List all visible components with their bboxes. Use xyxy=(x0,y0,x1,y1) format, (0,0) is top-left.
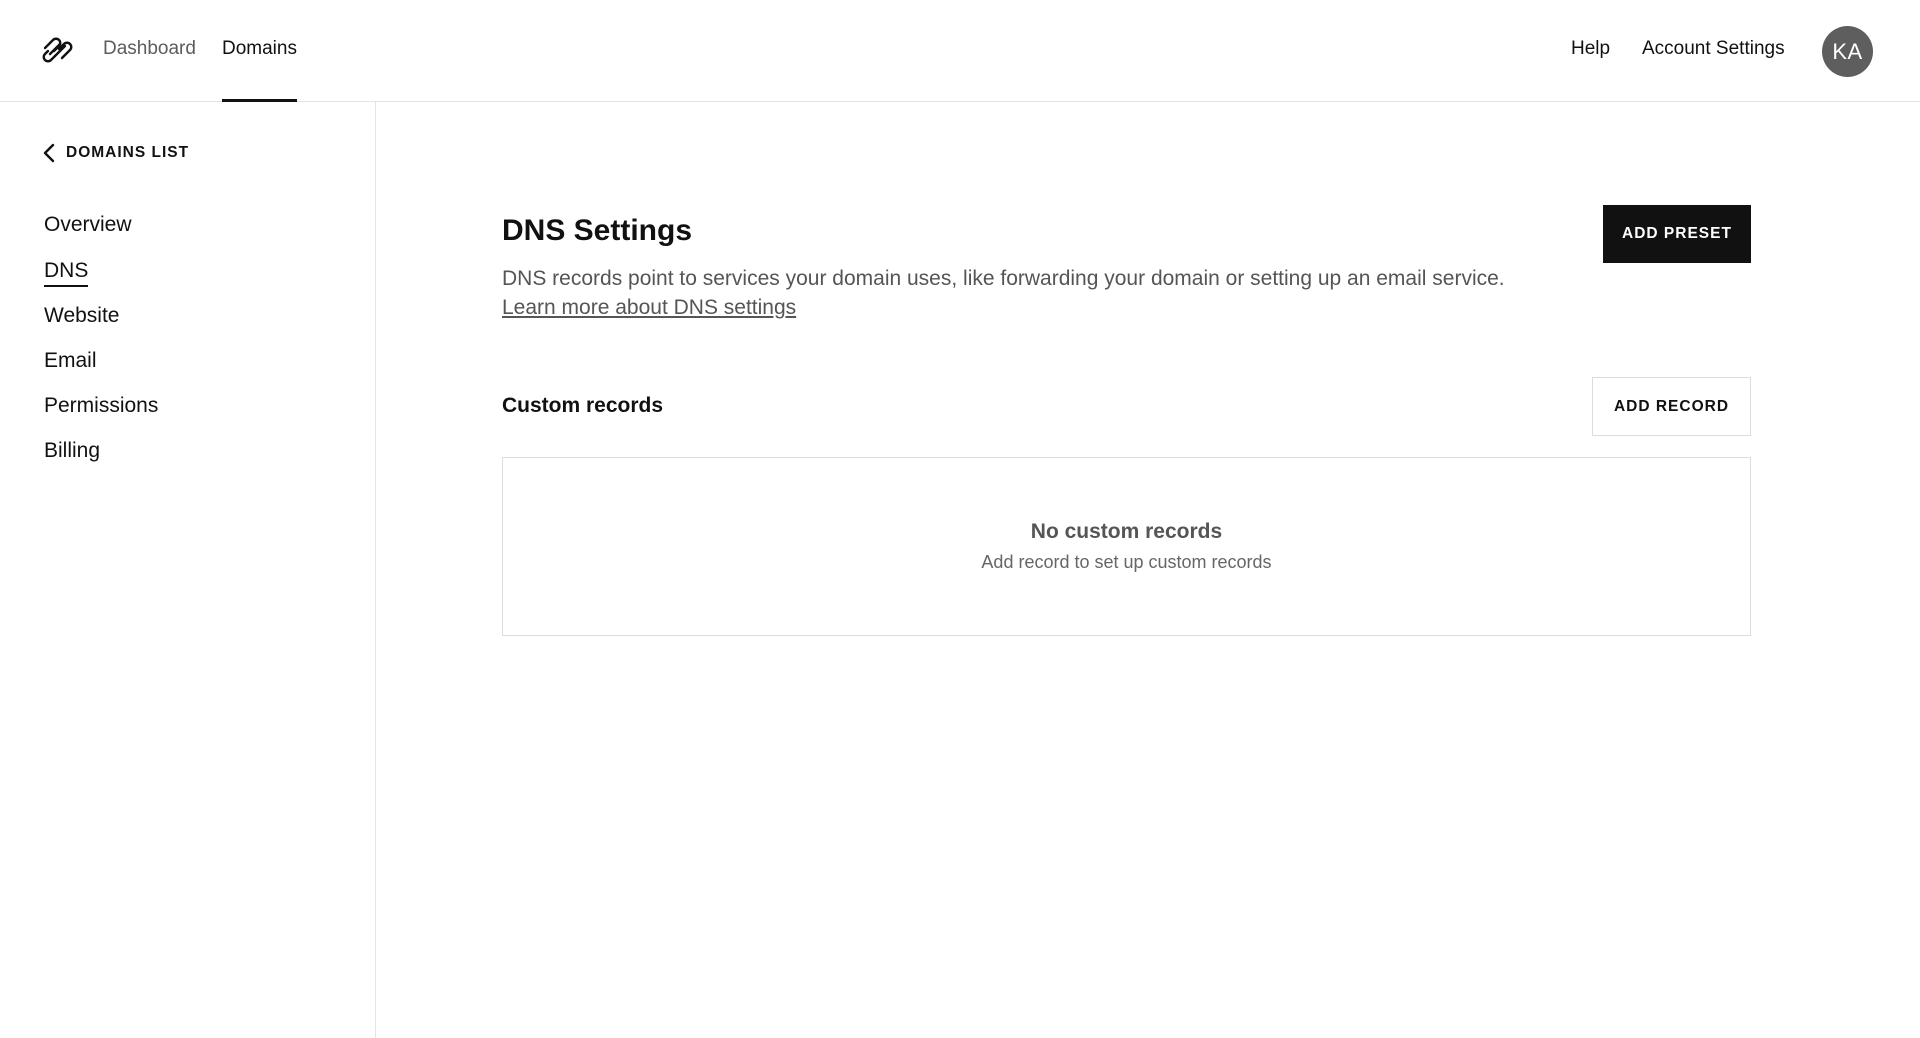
sidebar: DOMAINS LIST Overview DNS Website Email … xyxy=(0,102,376,1038)
tab-domains[interactable]: Domains xyxy=(222,38,297,102)
domains-list-back-link[interactable]: DOMAINS LIST xyxy=(42,142,189,164)
sidebar-item-overview[interactable]: Overview xyxy=(44,213,132,237)
add-preset-button[interactable]: ADD PRESET xyxy=(1603,205,1751,263)
learn-more-dns-link[interactable]: Learn more about DNS settings xyxy=(502,296,796,319)
sidebar-item-email[interactable]: Email xyxy=(44,349,97,373)
sidebar-item-dns[interactable]: DNS xyxy=(44,259,89,287)
add-record-button[interactable]: ADD RECORD xyxy=(1592,377,1751,436)
tab-dashboard[interactable]: Dashboard xyxy=(103,38,196,60)
sidebar-item-website[interactable]: Website xyxy=(44,304,119,328)
description-text: DNS records point to services your domai… xyxy=(502,267,1505,290)
help-link[interactable]: Help xyxy=(1571,38,1610,60)
top-navigation-bar: Dashboard Domains Help Account Settings … xyxy=(0,0,1920,102)
back-link-label: DOMAINS LIST xyxy=(66,144,190,161)
chevron-left-icon xyxy=(43,143,55,163)
page-description: DNS records point to services your domai… xyxy=(502,264,1522,322)
sidebar-item-permissions[interactable]: Permissions xyxy=(44,394,158,418)
empty-state-title: No custom records xyxy=(1030,520,1223,543)
sidebar-item-billing[interactable]: Billing xyxy=(44,439,100,463)
empty-state-subtitle: Add record to set up custom records xyxy=(981,552,1272,572)
squarespace-logo-icon[interactable] xyxy=(42,36,76,64)
avatar[interactable]: KA xyxy=(1822,26,1873,77)
custom-records-empty-state: No custom records Add record to set up c… xyxy=(502,457,1751,636)
main-content: DNS Settings DNS records point to servic… xyxy=(377,102,1920,1038)
page-title: DNS Settings xyxy=(502,214,693,247)
custom-records-title: Custom records xyxy=(502,394,664,417)
account-settings-link[interactable]: Account Settings xyxy=(1642,38,1785,60)
